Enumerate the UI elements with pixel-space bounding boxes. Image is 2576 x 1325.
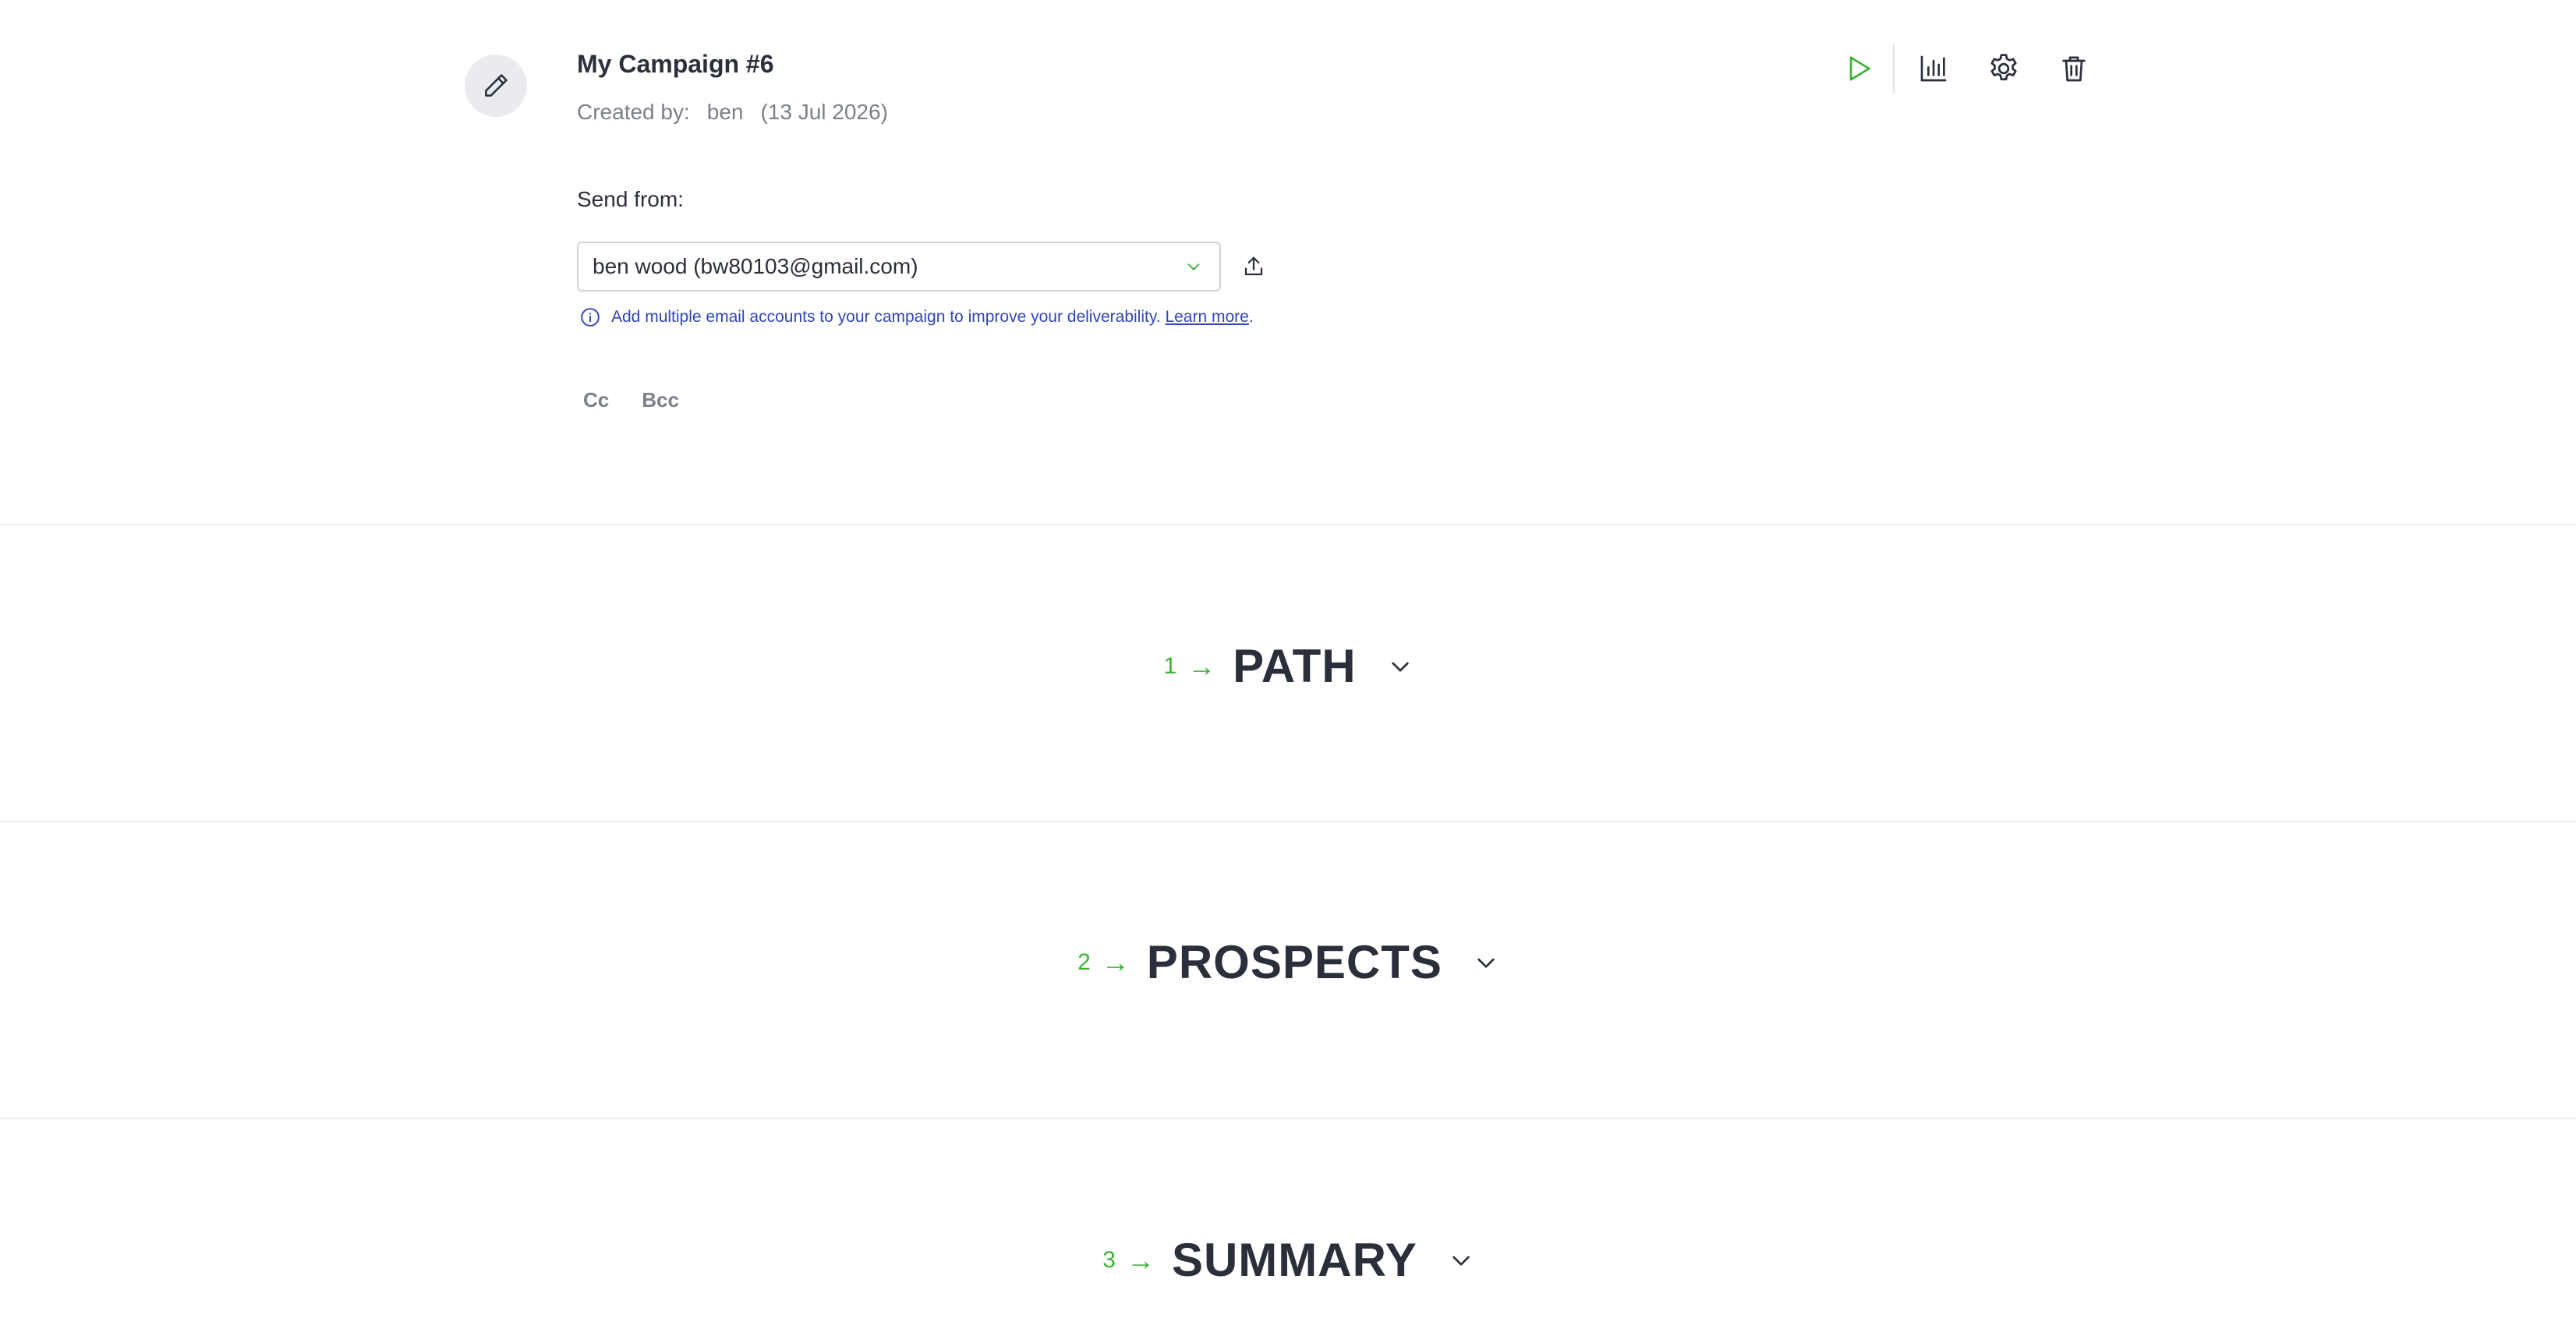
play-icon xyxy=(1849,56,1870,81)
chevron-down-icon xyxy=(1391,662,1409,672)
section-prospects-header[interactable]: 2 → PROSPECTS xyxy=(0,935,2576,989)
upload-accounts-button[interactable] xyxy=(1238,251,1269,282)
info-text: Add multiple email accounts to your camp… xyxy=(611,308,1161,326)
section-divider xyxy=(0,821,2576,822)
delete-campaign-button[interactable] xyxy=(2052,47,2096,90)
settings-button[interactable] xyxy=(1982,47,2026,90)
info-icon xyxy=(581,308,600,327)
section-number: 1 xyxy=(1163,652,1177,679)
edit-campaign-button[interactable] xyxy=(465,55,527,117)
campaign-toolbar xyxy=(1837,44,2096,94)
learn-more-link[interactable]: Learn more xyxy=(1165,308,1248,326)
gear-icon xyxy=(1990,54,2017,81)
section-summary-header[interactable]: 3 → SUMMARY xyxy=(0,1233,2576,1287)
section-path-header[interactable]: 1 → PATH xyxy=(0,639,2576,693)
section-divider xyxy=(0,1118,2576,1119)
sender-account-select[interactable]: ben wood (bw80103@gmail.com) xyxy=(577,242,1221,292)
info-trailing: . xyxy=(1248,308,1254,326)
section-divider xyxy=(0,524,2576,525)
section-number: 2 xyxy=(1077,949,1091,975)
cc-bcc-row: Cc Bcc xyxy=(583,388,679,412)
bcc-toggle[interactable]: Bcc xyxy=(642,388,679,412)
upload-icon xyxy=(1244,256,1263,276)
chevron-down-icon xyxy=(1477,958,1495,968)
created-date: (13 Jul 2026) xyxy=(760,100,888,124)
chevron-down-icon xyxy=(1187,263,1200,270)
created-by-label: Created by: xyxy=(577,100,690,124)
section-title: PROSPECTS xyxy=(1146,936,1442,988)
arrow-right-icon: → xyxy=(1126,1243,1155,1276)
bar-chart-icon xyxy=(1920,55,1947,82)
sender-account-value: ben wood (bw80103@gmail.com) xyxy=(593,254,918,278)
section-title: SUMMARY xyxy=(1171,1234,1417,1286)
send-from-label: Send from: xyxy=(577,187,684,211)
chevron-down-icon xyxy=(1453,1256,1470,1266)
arrow-right-icon: → xyxy=(1187,649,1216,682)
start-campaign-button[interactable] xyxy=(1837,47,1881,90)
deliverability-info: Add multiple email accounts to your camp… xyxy=(580,307,1254,327)
pencil-icon xyxy=(485,74,508,97)
section-title: PATH xyxy=(1233,640,1357,692)
campaign-title: My Campaign #6 xyxy=(577,50,774,78)
statistics-button[interactable] xyxy=(1912,47,1955,90)
toolbar-divider xyxy=(1893,44,1895,94)
trash-icon xyxy=(2062,56,2086,82)
campaign-editor-page: My Campaign #6 Created by: ben (13 Jul 2… xyxy=(0,0,2576,1325)
cc-toggle[interactable]: Cc xyxy=(583,388,609,412)
created-by-author: ben xyxy=(706,100,744,124)
arrow-right-icon: → xyxy=(1101,945,1130,978)
section-number: 3 xyxy=(1102,1246,1116,1273)
created-by-row: Created by: ben (13 Jul 2026) xyxy=(577,100,888,125)
